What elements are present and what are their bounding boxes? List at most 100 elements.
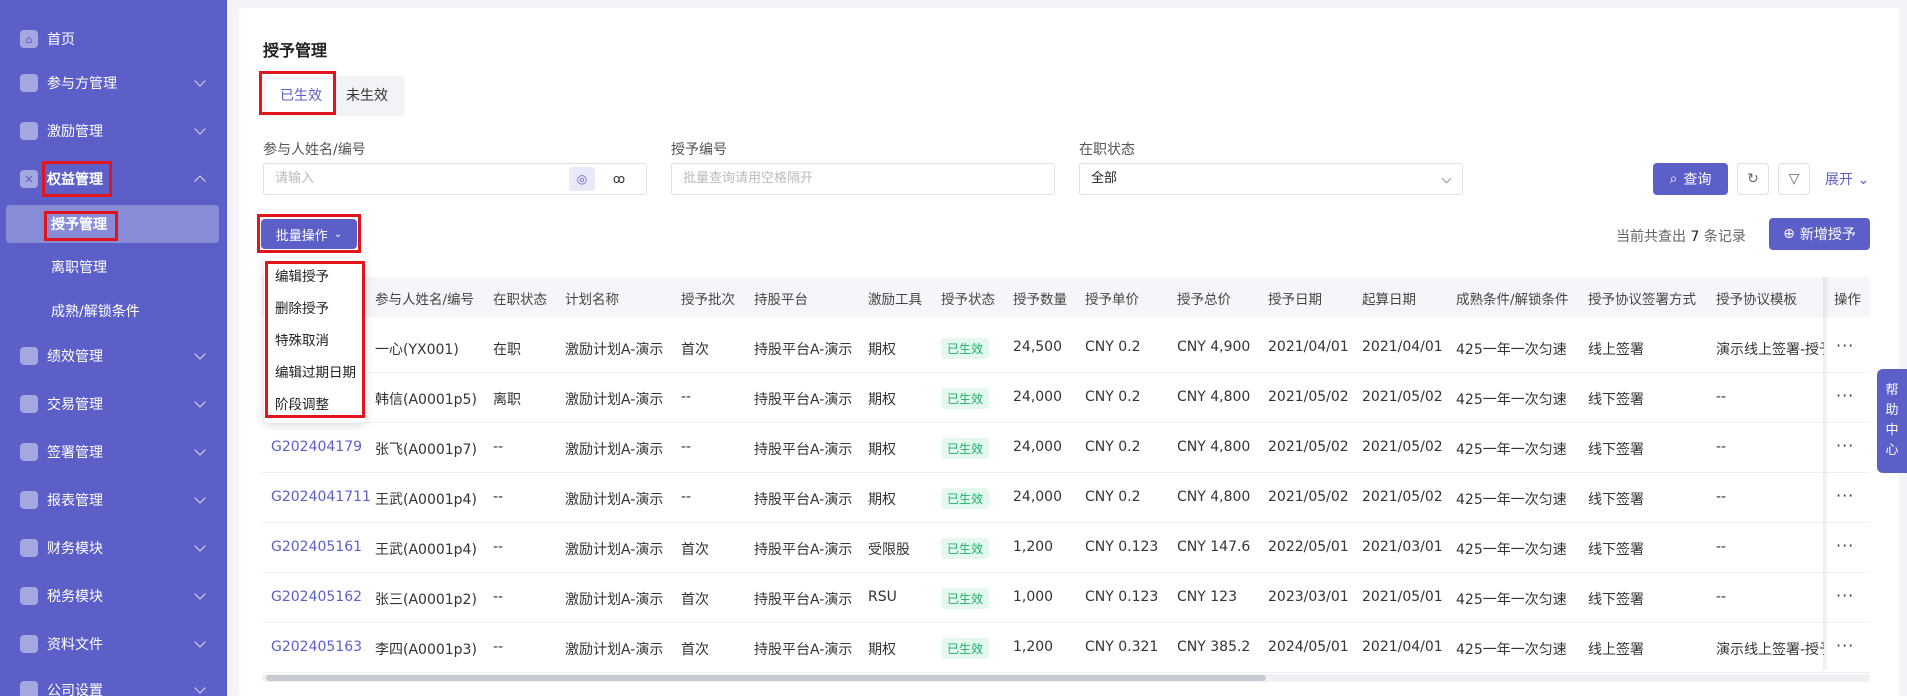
table-cell-emp: -- bbox=[493, 539, 504, 555]
sidebar-item-settings[interactable]: 公司设置 bbox=[0, 670, 227, 696]
scrollbar-thumb[interactable] bbox=[266, 675, 1266, 681]
row-divider bbox=[262, 422, 1870, 423]
table-cell-tmpl: -- bbox=[1716, 389, 1727, 405]
table-cell-qty: 24,000 bbox=[1013, 489, 1062, 505]
more-actions-icon[interactable]: ··· bbox=[1836, 586, 1854, 605]
expand-link[interactable]: 展开 ⌄ bbox=[1825, 169, 1869, 189]
sidebar-subitem-vesting[interactable]: 成熟/解锁条件 bbox=[0, 292, 227, 330]
search-icon: ⌕ bbox=[1669, 171, 1678, 187]
table-cell-platform: 持股平台A-演示 bbox=[754, 442, 853, 458]
column-header: 起算日期 bbox=[1362, 292, 1416, 308]
help-center-button[interactable]: 帮 助 中 心 bbox=[1877, 369, 1907, 473]
table-cell-name: 韩信(A0001p5) bbox=[375, 392, 477, 408]
more-actions-icon[interactable]: ··· bbox=[1836, 536, 1854, 555]
table-cell-name: 王武(A0001p4) bbox=[375, 542, 477, 558]
help-char: 心 bbox=[1885, 443, 1899, 458]
sidebar-item-equity[interactable]: ✕ 权益管理 bbox=[0, 159, 227, 199]
fingerprint-icon[interactable]: ◎ bbox=[569, 167, 595, 191]
table-cell-tmpl: 演示线上签署-授予 bbox=[1716, 642, 1824, 658]
sidebar-subitem-grant[interactable]: 授予管理 bbox=[6, 205, 219, 243]
column-header: 激励工具 bbox=[868, 292, 922, 308]
filter-icon: ▽ bbox=[1788, 171, 1800, 187]
batch-operation-menu: 编辑授予 删除授予 特殊取消 编辑过期日期 阶段调整 bbox=[264, 258, 365, 423]
table-cell-start-date: 2021/05/02 bbox=[1362, 439, 1443, 455]
tab-not-effective[interactable]: 未生效 bbox=[346, 76, 388, 116]
table-cell-name: 张飞(A0001p7) bbox=[375, 442, 477, 458]
sidebar-subitem-label: 授予管理 bbox=[51, 217, 107, 233]
table-cell-cond: 425一年一次匀速 bbox=[1456, 442, 1567, 458]
table-cell-cond: 425一年一次匀速 bbox=[1456, 492, 1567, 508]
status-badge: 已生效 bbox=[941, 588, 990, 609]
grant-no-link[interactable]: G202405163 bbox=[271, 639, 362, 655]
more-actions-icon[interactable]: ··· bbox=[1836, 386, 1854, 405]
batch-label: 批量操作 bbox=[275, 228, 328, 244]
sidebar-item-incentive[interactable]: 激励管理 bbox=[0, 111, 227, 151]
participant-input[interactable]: 请输入 ◎ ꝏ bbox=[263, 163, 647, 195]
more-actions-icon[interactable]: ··· bbox=[1836, 636, 1854, 655]
column-header: 授予批次 bbox=[681, 292, 735, 308]
record-count: 当前共查出 7 条记录 bbox=[1616, 226, 1746, 246]
grant-no-input[interactable]: 批量查询请用空格隔开 bbox=[671, 163, 1055, 195]
sidebar-item-label: 激励管理 bbox=[47, 124, 103, 140]
tab-effective[interactable]: 已生效 bbox=[266, 80, 336, 112]
sidebar-item-sign[interactable]: 签署管理 bbox=[0, 432, 227, 472]
sidebar-item-finance[interactable]: 财务模块 bbox=[0, 528, 227, 568]
users-icon[interactable]: ꝏ bbox=[606, 167, 632, 191]
sidebar-item-files[interactable]: 资料文件 bbox=[0, 624, 227, 664]
menu-item-edit-grant[interactable]: 编辑授予 bbox=[275, 265, 329, 285]
table-cell-grant-date: 2022/05/01 bbox=[1268, 539, 1349, 555]
chevron-down-icon bbox=[194, 540, 206, 552]
query-button[interactable]: ⌕ 查询 bbox=[1653, 163, 1728, 195]
sidebar-item-tax[interactable]: 税务模块 bbox=[0, 576, 227, 616]
sidebar-item-report[interactable]: 报表管理 bbox=[0, 480, 227, 520]
report-icon bbox=[20, 491, 38, 509]
table-cell-emp: 离职 bbox=[493, 392, 521, 408]
sidebar-subitem-resignation[interactable]: 离职管理 bbox=[0, 248, 227, 286]
count-value: 7 bbox=[1690, 229, 1700, 245]
table-cell-emp: -- bbox=[493, 439, 504, 455]
table-cell-name: 李四(A0001p3) bbox=[375, 642, 477, 658]
table-cell-total: CNY 385.2 bbox=[1177, 639, 1251, 655]
table-cell-grant-date: 2021/04/01 bbox=[1268, 339, 1349, 355]
table-cell-qty: 1,000 bbox=[1013, 589, 1054, 605]
filter-button[interactable]: ▽ bbox=[1778, 163, 1810, 195]
chevron-down-icon bbox=[194, 396, 206, 408]
menu-item-edit-expiry[interactable]: 编辑过期日期 bbox=[275, 361, 356, 381]
more-actions-icon[interactable]: ··· bbox=[1836, 436, 1854, 455]
batch-operation-button[interactable]: 批量操作 ⌄ bbox=[261, 219, 357, 249]
menu-item-delete-grant[interactable]: 删除授予 bbox=[275, 297, 329, 317]
column-header: 在职状态 bbox=[493, 292, 547, 308]
status-select[interactable]: 全部 bbox=[1079, 163, 1463, 195]
finance-icon bbox=[20, 539, 38, 557]
sidebar-item-performance[interactable]: 绩效管理 bbox=[0, 336, 227, 376]
menu-item-stage-adjust[interactable]: 阶段调整 bbox=[275, 393, 329, 413]
table-cell-tmpl: -- bbox=[1716, 439, 1727, 455]
menu-item-special-cancel[interactable]: 特殊取消 bbox=[275, 329, 329, 349]
participant-label: 参与人姓名/编号 bbox=[263, 142, 366, 158]
sidebar-item-label: 首页 bbox=[47, 32, 75, 48]
help-char: 助 bbox=[1885, 403, 1899, 418]
grant-no-link[interactable]: G202405162 bbox=[271, 589, 362, 605]
more-actions-icon[interactable]: ··· bbox=[1836, 486, 1854, 505]
table-cell-price: CNY 0.123 bbox=[1085, 539, 1159, 555]
sidebar-item-label: 资料文件 bbox=[47, 637, 103, 653]
sidebar-item-participants[interactable]: 参与方管理 bbox=[0, 63, 227, 103]
table-cell-batch: -- bbox=[681, 489, 692, 505]
grant-no-link[interactable]: G202405161 bbox=[271, 539, 362, 555]
grant-no-link[interactable]: G2024041711 bbox=[271, 489, 371, 505]
status-value: 全部 bbox=[1091, 171, 1118, 186]
table-cell-plan: 激励计划A-演示 bbox=[565, 342, 664, 358]
table-cell-emp: -- bbox=[493, 639, 504, 655]
table-cell-start-date: 2021/04/01 bbox=[1362, 639, 1443, 655]
add-grant-button[interactable]: ⊕ 新增授予 bbox=[1769, 218, 1870, 250]
table-cell-name: 王武(A0001p4) bbox=[375, 492, 477, 508]
more-actions-icon[interactable]: ··· bbox=[1836, 336, 1854, 355]
grant-no-link[interactable]: G202404179 bbox=[271, 439, 362, 455]
chevron-down-icon bbox=[194, 75, 206, 87]
sidebar-item-trade[interactable]: 交易管理 bbox=[0, 384, 227, 424]
table-cell-batch: 首次 bbox=[681, 342, 709, 358]
column-header: 授予单价 bbox=[1085, 292, 1139, 308]
sidebar-item-home[interactable]: ⌂ 首页 bbox=[0, 19, 227, 59]
reset-button[interactable]: ↻ bbox=[1737, 163, 1769, 195]
table-cell-tool: 期权 bbox=[868, 342, 896, 358]
